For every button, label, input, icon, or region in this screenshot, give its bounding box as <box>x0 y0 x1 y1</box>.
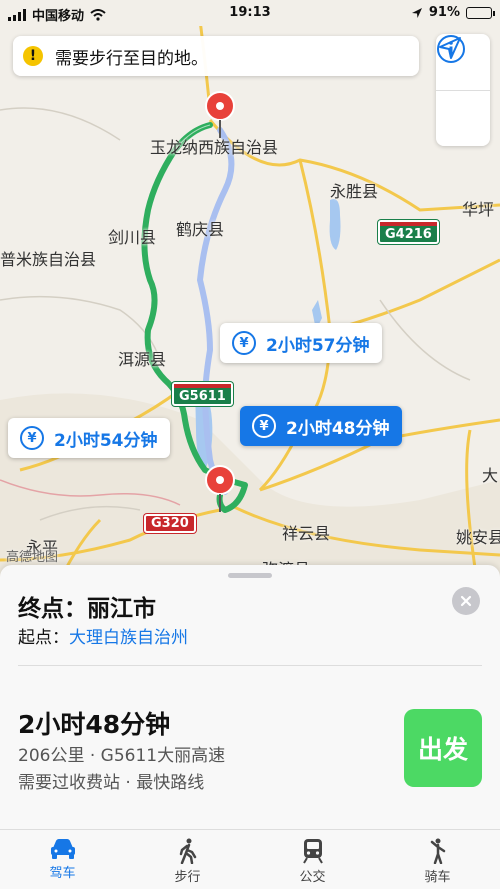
highway-shield-g4216: G4216 <box>378 220 439 244</box>
tab-label: 步行 <box>174 870 201 885</box>
go-button[interactable]: 出发 <box>404 709 482 787</box>
warning-icon: ! <box>23 46 43 66</box>
route-duration: 2小时48分钟 <box>18 710 171 739</box>
map-label-lanping: 普米族自治县 <box>0 250 97 269</box>
tab-label: 驾车 <box>49 866 76 881</box>
destination-row: 终点：丽江市 <box>18 589 156 623</box>
tab-ride[interactable]: 骑车 <box>375 830 500 889</box>
map-view[interactable]: 玉龙纳西族自治县 永胜县 华坪 剑川县 鹤庆县 普米族自治县 洱源县 祥云县 姚… <box>0 0 500 600</box>
battery-percent: 91% <box>428 5 460 20</box>
location-arrow-icon <box>439 37 461 59</box>
map-label-yaoan: 姚安县 <box>456 528 500 547</box>
transit-icon <box>302 839 323 864</box>
highway-shield-g5611: G5611 <box>172 382 233 406</box>
transport-tab-bar: 驾车 步行 公交 骑车 <box>0 829 500 889</box>
route-time-label: 2小时54分钟 <box>54 430 158 451</box>
toll-icon: ¥ <box>252 414 276 438</box>
route-distance-detail: 206公里 · G5611大丽高速 <box>18 746 226 766</box>
tab-drive[interactable]: 驾车 <box>0 830 125 889</box>
car-icon <box>50 839 75 859</box>
map-label-xiangyun: 祥云县 <box>282 524 331 543</box>
highway-shield-g320: G320 <box>144 514 196 533</box>
toll-icon: ¥ <box>232 331 256 355</box>
map-control-panel <box>436 34 490 146</box>
tab-walk[interactable]: 步行 <box>125 830 250 889</box>
origin-row: 起点：大理白族自治州 <box>18 623 188 648</box>
hail-icon <box>430 838 445 864</box>
destination-name: 丽江市 <box>87 596 156 622</box>
route-option-alt-2[interactable]: ¥ 2小时54分钟 <box>8 418 170 458</box>
toll-icon: ¥ <box>20 426 44 450</box>
status-bar: 中国移动 19:13 91% <box>0 0 500 26</box>
origin-name[interactable]: 大理白族自治州 <box>69 628 188 648</box>
sheet-grabber[interactable] <box>228 573 272 578</box>
location-services-icon <box>411 7 422 18</box>
route-toll-detail: 需要过收费站 · 最快路线 <box>18 773 205 793</box>
close-button[interactable] <box>452 587 480 615</box>
map-label-eryuan: 洱源县 <box>118 350 167 369</box>
tab-label: 骑车 <box>424 870 451 885</box>
tab-label: 公交 <box>299 870 326 885</box>
origin-label: 起点： <box>18 628 69 648</box>
route-time-label: 2小时57分钟 <box>266 335 370 356</box>
walk-icon <box>179 838 196 864</box>
sheet-divider <box>18 665 482 666</box>
locate-button[interactable] <box>436 37 490 146</box>
walk-notice-banner: ! 需要步行至目的地。 <box>13 36 419 76</box>
route-option-selected[interactable]: ¥ 2小时48分钟 <box>240 406 402 446</box>
destination-label: 终点： <box>18 596 87 622</box>
lake-chenghai <box>329 199 341 250</box>
map-label-yongsheng: 永胜县 <box>330 182 379 201</box>
map-label-huaping: 华坪 <box>462 200 495 219</box>
map-label-jianchuan: 剑川县 <box>108 228 157 247</box>
tab-transit[interactable]: 公交 <box>250 830 375 889</box>
map-label-heqing: 鹤庆县 <box>176 220 225 239</box>
map-attribution: 高德地图 <box>6 550 59 565</box>
route-time-label: 2小时48分钟 <box>286 418 390 439</box>
battery-icon <box>466 6 495 19</box>
map-canvas <box>0 0 500 600</box>
close-icon <box>460 595 472 607</box>
map-label-da: 大 <box>482 466 499 485</box>
route-option-alt-1[interactable]: ¥ 2小时57分钟 <box>220 323 382 363</box>
banner-text: 需要步行至目的地。 <box>55 48 208 69</box>
